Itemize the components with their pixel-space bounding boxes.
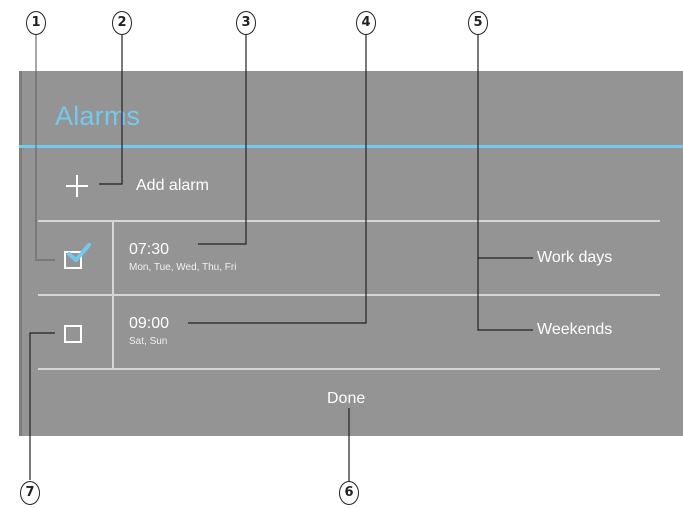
callout-badge: 5	[468, 11, 488, 35]
vertical-divider	[112, 222, 114, 370]
alarm-time: 09:00	[129, 315, 170, 332]
callout-badge: 1	[26, 11, 46, 35]
alarm-row[interactable]: 09:00 Sat, Sun Weekends	[19, 296, 683, 368]
alarm-name: Weekends	[537, 321, 613, 338]
done-button[interactable]: Done	[327, 390, 365, 408]
alarm-time: 07:30	[129, 241, 170, 258]
add-alarm-label: Add alarm	[136, 177, 209, 194]
alarm-row[interactable]: 07:30 Mon, Tue, Wed, Thu, Fri Work days	[19, 222, 683, 294]
alarm-name: Work days	[537, 249, 613, 266]
divider	[38, 368, 660, 370]
checkmark-icon	[67, 243, 91, 262]
add-alarm-button[interactable]: Add alarm	[19, 169, 683, 209]
alarm-days: Sat, Sun	[129, 336, 168, 347]
callout-badge: 4	[356, 11, 376, 35]
callout-badge: 7	[20, 481, 40, 505]
alarm-days: Mon, Tue, Wed, Thu, Fri	[129, 262, 237, 273]
callout-badge: 3	[236, 11, 256, 35]
title-underline	[19, 145, 683, 148]
callout-badge: 2	[112, 11, 132, 35]
page-title: Alarms	[55, 101, 141, 131]
alarm-checkbox[interactable]	[64, 325, 82, 343]
alarm-screen: Alarms Add alarm 07:30 Mon, Tue, Wed, Th…	[19, 71, 683, 436]
plus-icon	[66, 175, 88, 197]
callout-badge: 6	[339, 481, 359, 505]
